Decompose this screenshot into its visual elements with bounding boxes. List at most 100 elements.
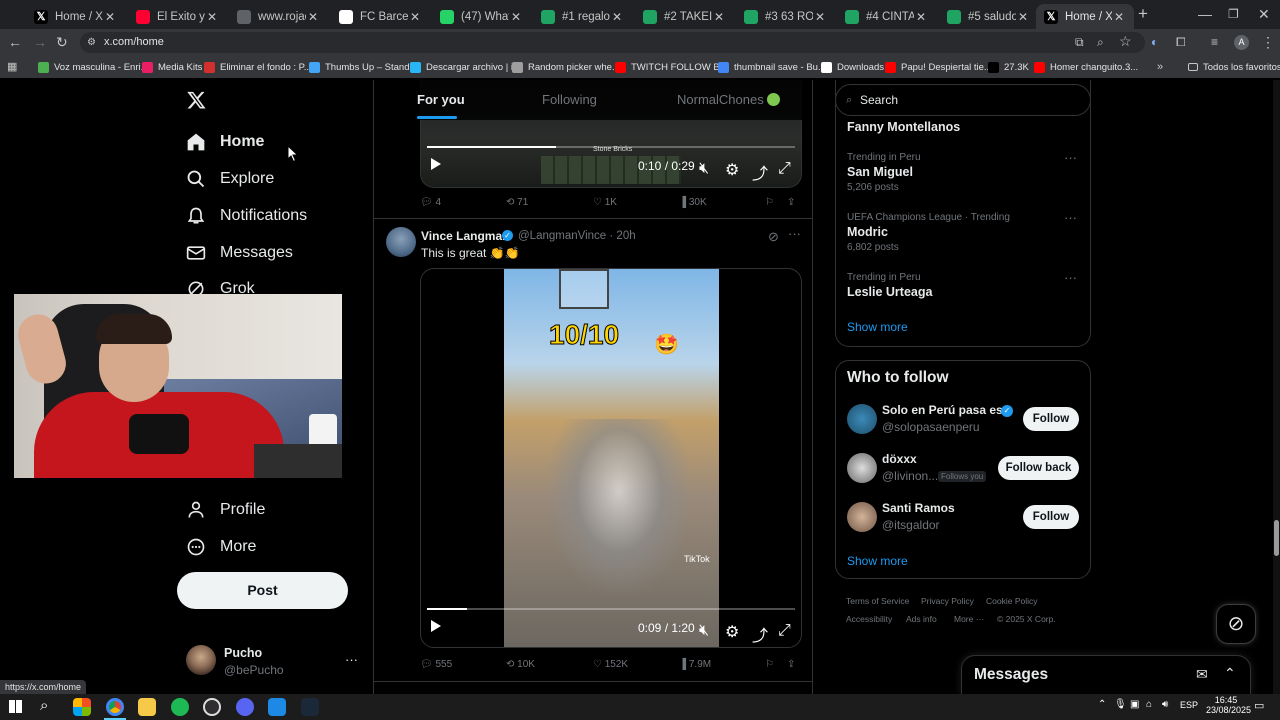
trend-name[interactable]: Modric: [847, 225, 888, 239]
suggestion-avatar[interactable]: [847, 453, 877, 483]
trend-name-top[interactable]: Fanny Montellanos: [847, 120, 960, 134]
install-app-icon[interactable]: ⧉: [1075, 34, 1084, 50]
tab-normalchones[interactable]: NormalChones: [677, 92, 781, 107]
post1-fullscreen-icon[interactable]: ⤢: [778, 160, 792, 177]
trend-more-icon[interactable]: ···: [1064, 150, 1077, 165]
nav-item-profile[interactable]: Profile: [186, 494, 265, 526]
close-tab-icon[interactable]: ✕: [813, 10, 827, 24]
restore-icon[interactable]: ❐: [1228, 6, 1239, 22]
bookmark-item[interactable]: thumbnail save - Bu...: [718, 60, 826, 74]
tab-1[interactable]: 𝕏 Home / X ✕: [26, 4, 125, 29]
tab-for-you[interactable]: For you: [417, 92, 465, 107]
extensions-puzzle-icon[interactable]: ⧠: [1176, 34, 1186, 50]
bookmark-item[interactable]: Random picker whe...: [512, 60, 620, 74]
post1-like-button[interactable]: ♡ 1K: [593, 197, 617, 208]
tray-overflow-icon[interactable]: ⌃: [1098, 699, 1106, 710]
suggestion-avatar[interactable]: [847, 404, 877, 434]
x-logo-icon[interactable]: [186, 90, 207, 110]
close-tab-icon[interactable]: ✕: [205, 10, 219, 24]
post2-play-icon[interactable]: [431, 620, 441, 632]
post2-bookmark-icon[interactable]: ⚐: [765, 659, 774, 670]
footer-link[interactable]: Terms of Service: [846, 596, 909, 606]
close-tab-icon[interactable]: ✕: [1112, 10, 1126, 24]
minimize-icon[interactable]: —: [1198, 6, 1212, 22]
close-tab-icon[interactable]: ✕: [103, 10, 117, 24]
extension-icon[interactable]: ◐: [1151, 34, 1158, 50]
app-icon[interactable]: [268, 698, 286, 716]
notifications-icon[interactable]: ▭: [1254, 699, 1264, 712]
trend-name[interactable]: San Miguel: [847, 165, 913, 179]
post2-repost-button[interactable]: ⟲ 10K: [506, 659, 535, 670]
close-tab-icon[interactable]: ✕: [509, 10, 523, 24]
bookmark-item[interactable]: TWITCH FOLLOW B...: [615, 60, 728, 74]
post1-bookmark-icon[interactable]: ⚐: [765, 197, 774, 208]
address-bar[interactable]: ⚙ x.com/home: [80, 32, 1145, 53]
post2-share-icon[interactable]: ⇪: [787, 659, 795, 670]
tab-6[interactable]: #1 regalo glog✕: [533, 4, 632, 29]
bookmark-star-icon[interactable]: ☆: [1119, 33, 1132, 49]
bookmark-item[interactable]: Papu! Despiertal tie...: [885, 60, 992, 74]
post1-share-icon[interactable]: ⇪: [787, 197, 795, 208]
bookmark-item[interactable]: Descargar archivo | i...: [410, 60, 521, 74]
close-window-icon[interactable]: ✕: [1258, 6, 1270, 22]
post2-video[interactable]: 10/10 🤩 TikTok: [420, 268, 802, 648]
bookmark-item[interactable]: 27.3K: [988, 60, 1029, 74]
close-tab-icon[interactable]: ✕: [306, 10, 320, 24]
bookmarks-overflow-icon[interactable]: »: [1157, 59, 1163, 75]
close-tab-icon[interactable]: ✕: [712, 10, 726, 24]
messages-drawer[interactable]: Messages ✉ ⌃: [961, 655, 1251, 694]
footer-link[interactable]: More ···: [954, 614, 984, 624]
post2-views-button[interactable]: ▐ 7.9M: [679, 659, 711, 670]
tab-following[interactable]: Following: [542, 92, 597, 107]
mic-icon[interactable]: 🎙︎: [1114, 699, 1127, 710]
site-info-icon[interactable]: ⚙: [87, 32, 96, 53]
post2-volume-icon[interactable]: 🔇︎: [699, 622, 713, 639]
trend-more-icon[interactable]: ···: [1064, 210, 1077, 225]
scrollbar[interactable]: [1273, 80, 1280, 694]
footer-link[interactable]: Privacy Policy: [921, 596, 974, 606]
bookmark-item[interactable]: Downloads: [821, 60, 884, 74]
close-tab-icon[interactable]: ✕: [914, 10, 928, 24]
account-menu-icon[interactable]: ···: [345, 652, 358, 667]
chrome-icon[interactable]: [106, 698, 124, 716]
new-tab-icon[interactable]: +: [1138, 5, 1148, 22]
suggestion-name[interactable]: Solo en Perú pasa es...: [882, 403, 1013, 417]
post1-views-button[interactable]: ▐ 30K: [679, 197, 707, 208]
new-message-icon[interactable]: ✉: [1196, 666, 1208, 683]
post2-progress-bar[interactable]: [427, 608, 795, 610]
nav-item-notifications[interactable]: Notifications: [186, 200, 307, 232]
follow-button[interactable]: Follow back: [998, 456, 1079, 480]
zoom-icon[interactable]: ⌕: [1097, 34, 1104, 50]
media-control-icon[interactable]: ≡: [1211, 34, 1218, 50]
clock[interactable]: 16:45 23/08/2025: [1206, 695, 1251, 715]
post1-settings-icon[interactable]: ⚙: [725, 160, 739, 179]
post1-volume-icon[interactable]: 🔇︎: [699, 160, 713, 177]
suggestion-name[interactable]: Santi Ramos: [882, 501, 955, 515]
language-indicator[interactable]: ESP: [1180, 700, 1198, 710]
footer-link[interactable]: Accessibility: [846, 614, 892, 624]
post2-settings-icon[interactable]: ⚙: [725, 622, 739, 641]
windows-start-icon[interactable]: [9, 700, 22, 713]
nav-item-home[interactable]: Home: [186, 126, 264, 158]
reload-icon[interactable]: ↻: [56, 34, 68, 50]
obs-icon[interactable]: [203, 698, 221, 716]
tab-7[interactable]: #2 TAKEIT.mp4✕: [635, 4, 734, 29]
network-icon[interactable]: ⌂: [1146, 699, 1152, 710]
footer-link[interactable]: Ads info: [906, 614, 937, 624]
grok-explain-icon[interactable]: ⊘: [768, 229, 779, 245]
post2-more-icon[interactable]: ···: [788, 226, 801, 241]
post2-author-name[interactable]: Vince Langman: [421, 229, 509, 243]
post2-pip-icon[interactable]: ⤴: [752, 622, 768, 645]
forward-icon[interactable]: →: [33, 34, 47, 50]
tab-2[interactable]: El Éxito y la Ca✕: [128, 4, 227, 29]
post-button[interactable]: Post: [177, 572, 348, 609]
post1-progress-bar[interactable]: [427, 146, 795, 148]
back-icon[interactable]: ←: [8, 34, 22, 50]
grok-float-icon[interactable]: ⊘: [1216, 604, 1256, 644]
copilot-icon[interactable]: [73, 698, 91, 716]
expand-drawer-icon[interactable]: ⌃: [1224, 665, 1236, 682]
trend-name[interactable]: Leslie Urteaga: [847, 285, 932, 299]
post1-repost-button[interactable]: ⟲ 71: [506, 197, 528, 208]
taskbar-search-icon[interactable]: ⌕: [40, 697, 48, 714]
account-avatar[interactable]: [186, 645, 216, 675]
